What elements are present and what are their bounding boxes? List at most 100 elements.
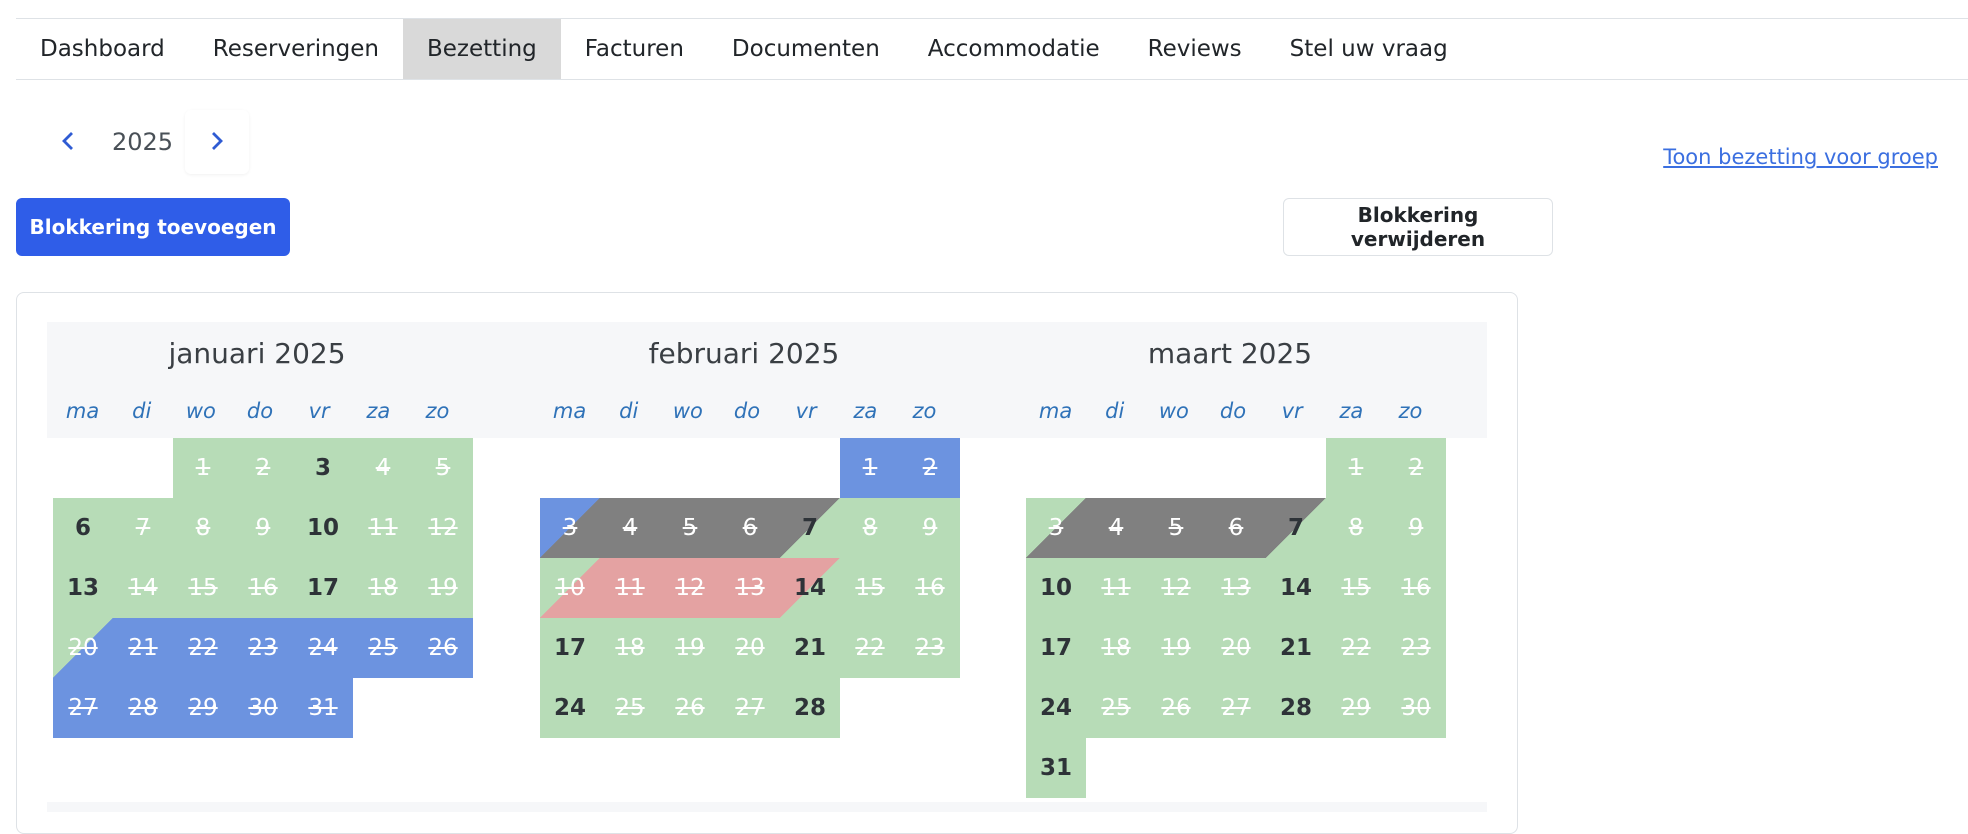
calendar-day[interactable]: 21 — [1266, 618, 1326, 678]
calendar-day[interactable]: 12 — [660, 558, 720, 618]
calendar-day[interactable]: 18 — [1086, 618, 1146, 678]
calendar-day[interactable]: 27 — [720, 678, 780, 738]
calendar-day[interactable]: 19 — [660, 618, 720, 678]
calendar-day[interactable]: 15 — [173, 558, 233, 618]
calendar-day[interactable]: 31 — [293, 678, 353, 738]
calendar-day[interactable]: 3 — [293, 438, 353, 498]
calendar-day[interactable]: 30 — [233, 678, 293, 738]
calendar-day[interactable]: 5 — [413, 438, 473, 498]
calendar-day[interactable]: 8 — [840, 498, 900, 558]
group-occupancy-link[interactable]: Toon bezetting voor groep — [1663, 145, 1938, 169]
calendar-day[interactable]: 20 — [53, 618, 113, 678]
calendar-day[interactable]: 28 — [1266, 678, 1326, 738]
calendar-day[interactable]: 12 — [1146, 558, 1206, 618]
calendar-day[interactable]: 8 — [1326, 498, 1386, 558]
calendar-day[interactable]: 2 — [1386, 438, 1446, 498]
calendar-day[interactable]: 22 — [840, 618, 900, 678]
calendar-day[interactable]: 25 — [353, 618, 413, 678]
calendar-day[interactable]: 21 — [113, 618, 173, 678]
calendar-day[interactable]: 25 — [1086, 678, 1146, 738]
calendar-day[interactable]: 7 — [113, 498, 173, 558]
calendar-day[interactable]: 19 — [1146, 618, 1206, 678]
calendar-day[interactable]: 20 — [720, 618, 780, 678]
calendar-day[interactable]: 1 — [840, 438, 900, 498]
tab-documenten[interactable]: Documenten — [708, 19, 904, 79]
calendar-day[interactable]: 11 — [1086, 558, 1146, 618]
calendar-day[interactable]: 29 — [173, 678, 233, 738]
calendar-day[interactable]: 6 — [1206, 498, 1266, 558]
calendar-day[interactable]: 12 — [413, 498, 473, 558]
calendar-day[interactable]: 14 — [780, 558, 840, 618]
tab-bezetting[interactable]: Bezetting — [403, 19, 561, 79]
calendar-day[interactable]: 16 — [1386, 558, 1446, 618]
calendar-day[interactable]: 28 — [113, 678, 173, 738]
calendar-day[interactable]: 9 — [1386, 498, 1446, 558]
calendar-day[interactable]: 3 — [1026, 498, 1086, 558]
calendar-day[interactable]: 17 — [1026, 618, 1086, 678]
previous-year-button[interactable] — [36, 110, 100, 174]
calendar-day[interactable]: 28 — [780, 678, 840, 738]
calendar-day[interactable]: 26 — [660, 678, 720, 738]
calendar-day[interactable]: 24 — [1026, 678, 1086, 738]
calendar-day[interactable]: 22 — [173, 618, 233, 678]
calendar-day[interactable]: 21 — [780, 618, 840, 678]
calendar-day[interactable]: 14 — [1266, 558, 1326, 618]
calendar-day[interactable]: 11 — [353, 498, 413, 558]
calendar-day[interactable]: 19 — [413, 558, 473, 618]
tab-accommodatie[interactable]: Accommodatie — [904, 19, 1124, 79]
calendar-day[interactable]: 18 — [600, 618, 660, 678]
calendar-day[interactable]: 27 — [53, 678, 113, 738]
calendar-day[interactable]: 23 — [233, 618, 293, 678]
calendar-day[interactable]: 13 — [53, 558, 113, 618]
calendar-day[interactable]: 17 — [540, 618, 600, 678]
calendar-day[interactable]: 4 — [353, 438, 413, 498]
calendar-day[interactable]: 23 — [1386, 618, 1446, 678]
calendar-day[interactable]: 2 — [900, 438, 960, 498]
calendar-day[interactable]: 23 — [900, 618, 960, 678]
calendar-day[interactable]: 1 — [1326, 438, 1386, 498]
calendar-day[interactable]: 26 — [1146, 678, 1206, 738]
calendar-day[interactable]: 3 — [540, 498, 600, 558]
calendar-day[interactable]: 10 — [293, 498, 353, 558]
calendar-day[interactable]: 27 — [1206, 678, 1266, 738]
calendar-day[interactable]: 6 — [720, 498, 780, 558]
tab-dashboard[interactable]: Dashboard — [16, 19, 189, 79]
calendar-day[interactable]: 7 — [1266, 498, 1326, 558]
calendar-day[interactable]: 25 — [600, 678, 660, 738]
next-year-button[interactable] — [185, 110, 250, 174]
calendar-day[interactable]: 6 — [53, 498, 113, 558]
calendar-day[interactable]: 4 — [1086, 498, 1146, 558]
calendar-day[interactable]: 2 — [233, 438, 293, 498]
tab-reviews[interactable]: Reviews — [1124, 19, 1266, 79]
remove-block-button[interactable]: Blokkering verwijderen — [1283, 198, 1553, 256]
add-block-button[interactable]: Blokkering toevoegen — [16, 198, 290, 256]
tab-facturen[interactable]: Facturen — [561, 19, 708, 79]
calendar-day[interactable]: 9 — [900, 498, 960, 558]
calendar-day[interactable]: 26 — [413, 618, 473, 678]
calendar-day[interactable]: 18 — [353, 558, 413, 618]
calendar-day[interactable]: 20 — [1206, 618, 1266, 678]
calendar-day[interactable]: 13 — [1206, 558, 1266, 618]
calendar-day[interactable]: 22 — [1326, 618, 1386, 678]
calendar-day[interactable]: 31 — [1026, 738, 1086, 798]
calendar-day[interactable]: 14 — [113, 558, 173, 618]
calendar-day[interactable]: 1 — [173, 438, 233, 498]
calendar-day[interactable]: 7 — [780, 498, 840, 558]
calendar-day[interactable]: 29 — [1326, 678, 1386, 738]
calendar-day[interactable]: 13 — [720, 558, 780, 618]
calendar-day[interactable]: 24 — [540, 678, 600, 738]
calendar-day[interactable]: 15 — [840, 558, 900, 618]
calendar-day[interactable]: 17 — [293, 558, 353, 618]
calendar-day[interactable]: 5 — [1146, 498, 1206, 558]
calendar-day[interactable]: 10 — [1026, 558, 1086, 618]
calendar-day[interactable]: 5 — [660, 498, 720, 558]
calendar-day[interactable]: 30 — [1386, 678, 1446, 738]
calendar-day[interactable]: 9 — [233, 498, 293, 558]
calendar-day[interactable]: 24 — [293, 618, 353, 678]
calendar-day[interactable]: 16 — [233, 558, 293, 618]
calendar-day[interactable]: 10 — [540, 558, 600, 618]
calendar-day[interactable]: 16 — [900, 558, 960, 618]
tab-reserveringen[interactable]: Reserveringen — [189, 19, 403, 79]
calendar-day[interactable]: 4 — [600, 498, 660, 558]
calendar-day[interactable]: 8 — [173, 498, 233, 558]
